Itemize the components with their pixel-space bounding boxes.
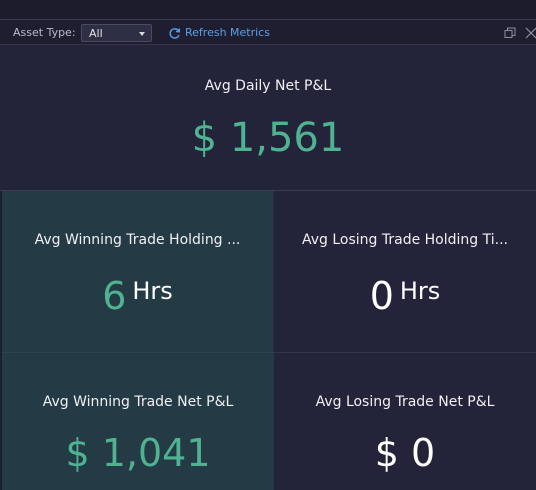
tile-unit: Hrs <box>399 277 441 305</box>
tile-title: Avg Winning Trade Holding ... <box>34 232 241 248</box>
asset-type-value: All <box>89 27 103 40</box>
toolbar: Asset Type: All Refresh Metrics <box>0 20 536 45</box>
avg-losing-net-pl-tile: Avg Losing Trade Net P&L $ 0 <box>274 352 536 490</box>
top-strip <box>0 0 536 19</box>
tile-value: $ 0 <box>374 431 436 475</box>
metrics-panel: Asset Type: All Refresh Metrics Avg Dail… <box>0 0 536 490</box>
tile-value: 0 <box>369 274 394 318</box>
asset-type-select[interactable]: All <box>81 24 152 42</box>
avg-winning-net-pl-tile: Avg Winning Trade Net P&L $ 1,041 <box>2 352 274 490</box>
avg-daily-net-pl-tile: Avg Daily Net P&L $ 1,561 <box>0 45 536 191</box>
restore-window-icon[interactable] <box>504 27 516 39</box>
tile-title: Avg Losing Trade Holding Ti... <box>301 232 508 248</box>
tile-value-row: 0 Hrs <box>274 269 536 318</box>
tile-value-row: 6 Hrs <box>2 269 273 318</box>
avg-winning-holding-tile: Avg Winning Trade Holding ... 6 Hrs <box>2 191 274 352</box>
avg-losing-holding-tile: Avg Losing Trade Holding Ti... 0 Hrs <box>274 191 536 352</box>
close-icon[interactable] <box>524 26 536 39</box>
tile-title: Avg Losing Trade Net P&L <box>315 394 495 410</box>
tile-value: 6 <box>102 274 127 318</box>
refresh-metrics-button[interactable]: Refresh Metrics <box>168 25 270 41</box>
tile-title: Avg Winning Trade Net P&L <box>42 394 234 410</box>
chevron-down-icon <box>139 32 145 36</box>
tile-value: $ 1,561 <box>191 115 345 161</box>
refresh-metrics-label: Refresh Metrics <box>185 26 270 39</box>
tile-title: Avg Daily Net P&L <box>204 78 332 94</box>
tile-unit: Hrs <box>132 277 173 305</box>
refresh-icon <box>169 27 181 39</box>
asset-type-label: Asset Type: <box>13 26 76 39</box>
tile-value: $ 1,041 <box>65 431 211 475</box>
